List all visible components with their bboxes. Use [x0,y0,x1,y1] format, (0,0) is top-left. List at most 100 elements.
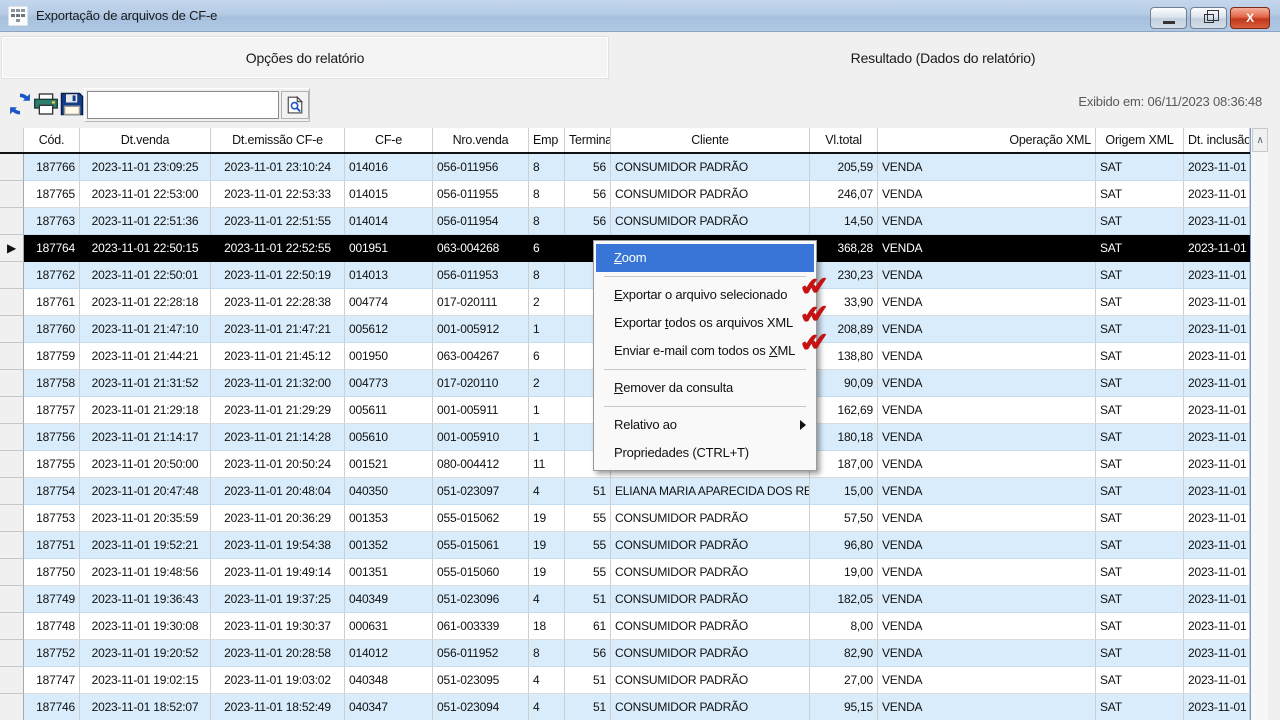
table-cell[interactable]: CONSUMIDOR PADRÃO [611,694,810,720]
tab-report-result[interactable]: Resultado (Dados do relatório) [608,37,1278,78]
table-cell[interactable]: 2023-11-01 19:37:25 [211,586,345,613]
table-cell[interactable]: 2023-11-01 21:44:21 [80,343,211,370]
table-cell[interactable]: 187,00 [810,451,878,478]
table-cell[interactable]: 33,90 [810,289,878,316]
table-cell[interactable]: 4 [529,586,565,613]
table-cell[interactable]: 017-020110 [433,370,529,397]
table-cell[interactable]: CONSUMIDOR PADRÃO [611,505,810,532]
table-cell[interactable]: 1 [529,397,565,424]
table-cell[interactable]: 90,09 [810,370,878,397]
row-indicator[interactable] [0,343,24,370]
table-cell[interactable]: 187750 [24,559,80,586]
menu-item-zoom[interactable]: Zoom [596,244,814,272]
table-cell[interactable]: 1 [529,424,565,451]
column-header[interactable]: CF-e [345,128,433,152]
minimize-button[interactable] [1150,7,1187,29]
table-cell[interactable]: 187763 [24,208,80,235]
table-cell[interactable]: VENDA [878,154,1096,181]
table-cell[interactable]: VENDA [878,397,1096,424]
table-cell[interactable]: 208,89 [810,316,878,343]
table-cell[interactable]: 2023-11-01 [1184,667,1250,694]
row-indicator[interactable] [0,451,24,478]
table-cell[interactable]: 56 [565,640,611,667]
row-indicator[interactable] [0,505,24,532]
table-cell[interactable]: 187765 [24,181,80,208]
table-cell[interactable]: 000631 [345,613,433,640]
table-cell[interactable]: 187761 [24,289,80,316]
table-cell[interactable]: 55 [565,559,611,586]
table-cell[interactable]: 1 [529,316,565,343]
row-indicator[interactable] [0,532,24,559]
table-cell[interactable]: 162,69 [810,397,878,424]
table-cell[interactable]: 187766 [24,154,80,181]
table-cell[interactable]: 61 [565,613,611,640]
table-cell[interactable]: 138,80 [810,343,878,370]
table-cell[interactable]: 2023-11-01 22:28:18 [80,289,211,316]
table-cell[interactable]: 2023-11-01 [1184,370,1250,397]
table-cell[interactable]: VENDA [878,424,1096,451]
table-cell[interactable]: 001521 [345,451,433,478]
table-cell[interactable]: 014014 [345,208,433,235]
table-cell[interactable]: 19,00 [810,559,878,586]
table-cell[interactable]: 2023-11-01 22:50:15 [80,235,211,262]
table-cell[interactable]: 57,50 [810,505,878,532]
table-cell[interactable]: 2023-11-01 [1184,289,1250,316]
column-header[interactable]: Emp [529,128,565,152]
table-cell[interactable]: 005611 [345,397,433,424]
table-cell[interactable]: 040347 [345,694,433,720]
column-header[interactable]: Cód. [24,128,80,152]
column-header[interactable]: Nro.venda [433,128,529,152]
table-cell[interactable]: 014013 [345,262,433,289]
table-cell[interactable]: 8,00 [810,613,878,640]
table-cell[interactable]: SAT [1096,667,1184,694]
table-cell[interactable]: 2023-11-01 20:48:04 [211,478,345,505]
table-cell[interactable]: 4 [529,478,565,505]
table-cell[interactable]: 180,18 [810,424,878,451]
table-cell[interactable]: 080-004412 [433,451,529,478]
table-cell[interactable]: SAT [1096,235,1184,262]
table-cell[interactable]: 8 [529,640,565,667]
table-cell[interactable]: 2023-11-01 20:35:59 [80,505,211,532]
table-cell[interactable]: 017-020111 [433,289,529,316]
table-cell[interactable]: 055-015060 [433,559,529,586]
table-cell[interactable]: VENDA [878,343,1096,370]
table-cell[interactable]: 2023-11-01 19:49:14 [211,559,345,586]
table-cell[interactable]: 2023-11-01 20:36:29 [211,505,345,532]
table-cell[interactable]: 2023-11-01 19:30:08 [80,613,211,640]
table-cell[interactable]: SAT [1096,154,1184,181]
row-indicator[interactable] [0,424,24,451]
row-indicator[interactable] [0,559,24,586]
table-cell[interactable]: 051-023097 [433,478,529,505]
row-indicator[interactable] [0,289,24,316]
table-cell[interactable]: VENDA [878,532,1096,559]
table-cell[interactable]: 187755 [24,451,80,478]
table-cell[interactable]: CONSUMIDOR PADRÃO [611,559,810,586]
table-cell[interactable]: 2023-11-01 19:02:15 [80,667,211,694]
table-cell[interactable]: 55 [565,505,611,532]
table-cell[interactable]: 2023-11-01 [1184,613,1250,640]
table-row[interactable]: 1877512023-11-01 19:52:212023-11-01 19:5… [0,532,1250,559]
table-cell[interactable]: 2023-11-01 20:47:48 [80,478,211,505]
table-cell[interactable]: 2023-11-01 [1184,478,1250,505]
search-input[interactable] [87,91,279,119]
table-cell[interactable]: 2023-11-01 22:53:00 [80,181,211,208]
table-cell[interactable]: CONSUMIDOR PADRÃO [611,613,810,640]
table-cell[interactable]: 2023-11-01 20:50:24 [211,451,345,478]
table-cell[interactable]: 18 [529,613,565,640]
row-indicator[interactable] [0,667,24,694]
table-cell[interactable]: 2023-11-01 21:32:00 [211,370,345,397]
table-cell[interactable]: 2023-11-01 [1184,424,1250,451]
table-cell[interactable]: 2023-11-01 [1184,640,1250,667]
table-cell[interactable]: 2023-11-01 19:36:43 [80,586,211,613]
table-cell[interactable]: 2023-11-01 22:51:55 [211,208,345,235]
table-cell[interactable]: 001351 [345,559,433,586]
table-cell[interactable]: SAT [1096,289,1184,316]
column-header[interactable]: Dt.venda [80,128,211,152]
table-cell[interactable]: 2023-11-01 22:50:19 [211,262,345,289]
tab-report-options[interactable]: Opções do relatório [2,37,608,78]
table-cell[interactable]: 014015 [345,181,433,208]
table-cell[interactable]: 205,59 [810,154,878,181]
table-cell[interactable]: 2023-11-01 [1184,235,1250,262]
table-cell[interactable]: 2 [529,289,565,316]
restore-button[interactable] [1190,7,1227,29]
